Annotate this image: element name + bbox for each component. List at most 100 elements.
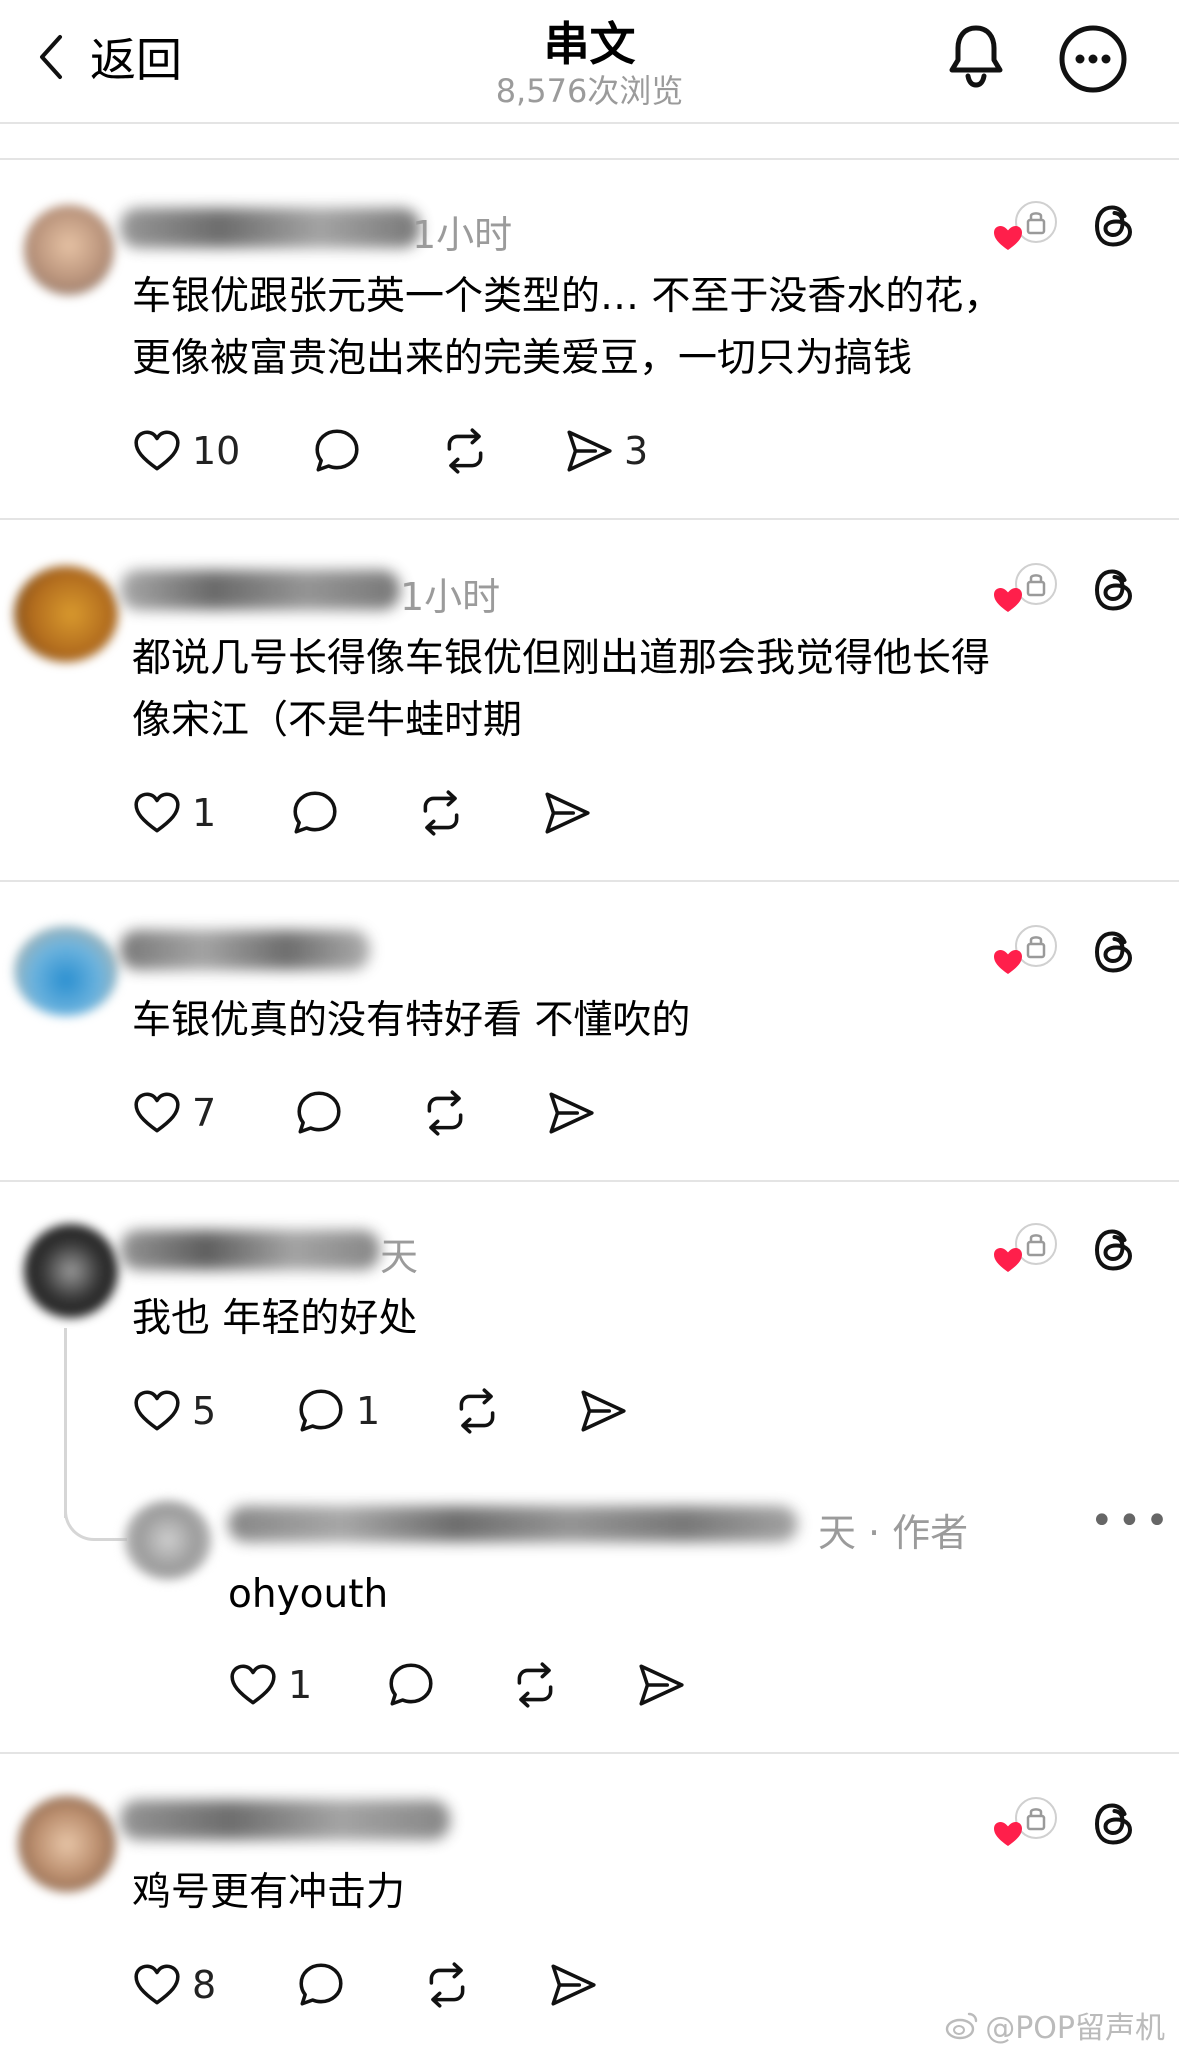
post-time: 1小时 [400, 575, 501, 619]
comment-icon [290, 788, 340, 838]
liked-by-author-icon [990, 560, 1066, 620]
share-count: 3 [624, 429, 649, 473]
reply-count: 1 [356, 1389, 381, 1433]
divider [0, 518, 1179, 520]
post-text: 鸡号更有冲击力 [132, 1870, 406, 1915]
repost-icon [510, 1660, 560, 1710]
watermark-text: @POP留声机 [985, 2011, 1165, 2046]
username-blurred[interactable] [120, 1800, 450, 1840]
repost-button[interactable] [422, 1960, 472, 2010]
heart-icon [132, 788, 182, 838]
more-options-icon[interactable] [1056, 22, 1130, 96]
like-button[interactable]: 10 [132, 426, 240, 476]
like-count: 10 [192, 429, 241, 473]
send-icon [542, 788, 592, 838]
like-button[interactable]: 1 [228, 1660, 312, 1710]
username-blurred[interactable] [120, 1230, 380, 1270]
weibo-logo-icon [946, 2012, 978, 2040]
repost-icon [420, 1088, 470, 1138]
divider [0, 1752, 1179, 1754]
threads-icon[interactable] [1090, 202, 1138, 250]
repost-icon [440, 426, 490, 476]
comment-icon [296, 1386, 346, 1436]
like-button[interactable]: 5 [132, 1386, 216, 1436]
share-button[interactable] [578, 1386, 628, 1436]
divider [0, 158, 1179, 160]
like-button[interactable]: 1 [132, 788, 216, 838]
heart-icon [132, 1386, 182, 1436]
send-icon [578, 1386, 628, 1436]
repost-icon [452, 1386, 502, 1436]
divider [0, 880, 1179, 882]
threads-icon[interactable] [1090, 1226, 1138, 1274]
comment-icon [294, 1088, 344, 1138]
author-tag: · 作者 [868, 1511, 969, 1555]
thread-connector-curve [64, 1478, 127, 1541]
repost-button[interactable] [510, 1660, 560, 1710]
like-count: 1 [288, 1663, 313, 1707]
post-text: 我也 年轻的好处 [132, 1296, 418, 1341]
avatar[interactable] [24, 1224, 118, 1318]
repost-button[interactable] [416, 788, 466, 838]
share-button[interactable] [542, 788, 592, 838]
heart-icon [132, 1088, 182, 1138]
avatar[interactable] [14, 926, 118, 1016]
avatar[interactable] [14, 566, 118, 662]
send-icon [548, 1960, 598, 2010]
liked-by-author-icon [990, 1220, 1066, 1280]
heart-icon [132, 1960, 182, 2010]
username-blurred[interactable] [120, 930, 370, 970]
username-blurred[interactable] [120, 208, 420, 248]
comment-icon [296, 1960, 346, 2010]
share-button[interactable] [636, 1660, 686, 1710]
share-button[interactable]: 3 [564, 426, 648, 476]
comment-icon [312, 426, 362, 476]
heart-icon [132, 426, 182, 476]
post-text: 车银优跟张元英一个类型的… 不至于没香水的花， 更像被富贵泡出来的完美爱豆，一切… [132, 274, 1003, 381]
like-button[interactable]: 7 [132, 1088, 216, 1138]
reply-button[interactable] [294, 1088, 344, 1138]
bell-icon[interactable] [940, 20, 1012, 92]
share-button[interactable] [546, 1088, 596, 1138]
divider [0, 1180, 1179, 1182]
liked-by-author-icon [990, 922, 1066, 982]
send-icon [546, 1088, 596, 1138]
threads-icon[interactable] [1090, 566, 1138, 614]
username-blurred[interactable] [120, 570, 400, 610]
reply-button[interactable] [290, 788, 340, 838]
repost-icon [416, 788, 466, 838]
send-icon [564, 426, 614, 476]
repost-button[interactable] [420, 1088, 470, 1138]
reply-button[interactable] [312, 426, 362, 476]
username-blurred[interactable] [228, 1506, 798, 1542]
threads-icon[interactable] [1090, 928, 1138, 976]
repost-icon [422, 1960, 472, 2010]
comment-icon [386, 1660, 436, 1710]
post-text: 都说几号长得像车银优但刚出道那会我觉得他长得 像宋江（不是牛蛙时期 [132, 636, 991, 743]
reply-button[interactable]: 1 [296, 1386, 380, 1436]
avatar[interactable] [24, 205, 114, 295]
like-count: 8 [192, 1963, 217, 2007]
more-icon[interactable]: ••• [1090, 1498, 1173, 1544]
like-count: 5 [192, 1389, 217, 1433]
share-button[interactable] [548, 1960, 598, 2010]
header-divider [0, 122, 1179, 124]
liked-by-author-icon [990, 198, 1066, 258]
threads-icon[interactable] [1090, 1800, 1138, 1848]
avatar[interactable] [18, 1796, 116, 1892]
reply-button[interactable] [296, 1960, 346, 2010]
avatar[interactable] [124, 1500, 212, 1580]
post-time: 1小时 [412, 213, 513, 257]
like-count: 1 [192, 791, 217, 835]
reply-button[interactable] [386, 1660, 436, 1710]
repost-button[interactable] [452, 1386, 502, 1436]
top-navigation-bar: 返回 串文 8,576次浏览 [0, 0, 1179, 122]
send-icon [636, 1660, 686, 1710]
heart-icon [228, 1660, 278, 1710]
like-button[interactable]: 8 [132, 1960, 216, 2010]
repost-button[interactable] [440, 426, 490, 476]
watermark: @POP留声机 [945, 2003, 1165, 2047]
post-text: 车银优真的没有特好看 不懂吹的 [132, 998, 691, 1043]
reply-time: 天 [818, 1511, 857, 1555]
post-time: 天 [380, 1235, 419, 1279]
